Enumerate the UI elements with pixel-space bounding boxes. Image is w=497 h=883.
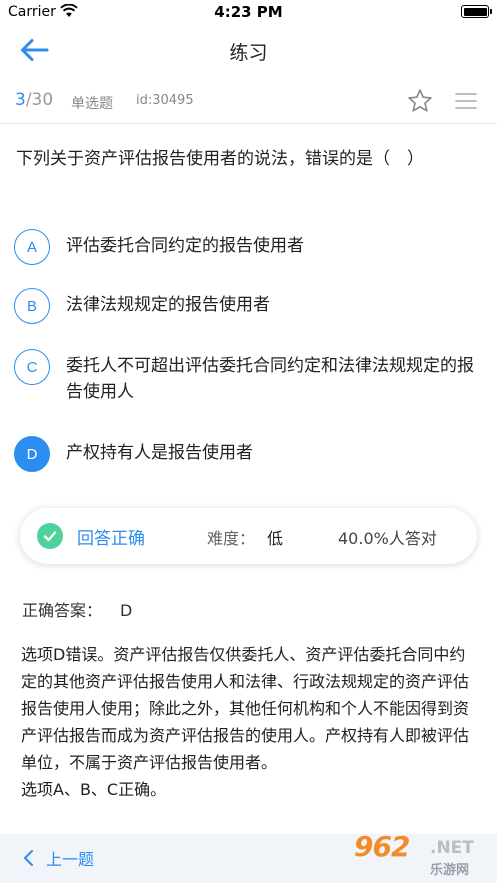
explanation-paragraph-1: 选项D错误。资产评估报告仅供委托人、资产评估委托合同中约定的其他资产评估报告使用… — [21, 645, 470, 772]
watermark-cn: 乐游网 — [430, 863, 470, 878]
option-text-d: 产权持有人是报告使用者 — [66, 443, 253, 463]
explanation: 选项D错误。资产评估报告仅供委托人、资产评估委托合同中约定的其他资产评估报告使用… — [21, 641, 479, 803]
favorite-button[interactable] — [406, 87, 434, 115]
explanation-paragraph-2: 选项A、B、C正确。 — [21, 780, 167, 799]
previous-question-label: 上一题 — [46, 850, 95, 869]
question-progress: 3/30 — [15, 90, 53, 110]
progress-current: 3 — [15, 90, 26, 110]
status-time: 4:23 PM — [214, 3, 283, 21]
question-type: 单选题 — [71, 96, 113, 112]
watermark-number: 962 — [354, 830, 410, 863]
status-bar: Carrier 4:23 PM — [0, 0, 497, 26]
option-letter-d: D — [14, 436, 50, 472]
option-letter-a: A — [14, 229, 50, 265]
question-list-button[interactable] — [453, 89, 479, 113]
nav-bar: 练习 — [0, 26, 497, 74]
question-text: 下列关于资产评估报告使用者的说法，错误的是（ ） — [16, 149, 424, 169]
battery-icon — [461, 5, 492, 18]
progress-total: /30 — [25, 90, 54, 110]
check-circle-icon — [37, 523, 63, 549]
result-card: 回答正确 难度： 低 40.0%人答对 — [20, 508, 477, 564]
watermark-suffix: .NET — [430, 838, 474, 858]
option-text-b: 法律法规规定的报告使用者 — [66, 295, 270, 315]
watermark-logo: 962 .NET 乐游网 — [354, 830, 489, 880]
chevron-left-icon — [24, 850, 33, 866]
correct-answer-label: 正确答案： — [22, 601, 103, 620]
accuracy-rate: 40.0%人答对 — [338, 529, 437, 548]
option-letter-b: B — [14, 288, 50, 324]
page-title: 练习 — [229, 42, 268, 64]
list-menu-icon — [455, 93, 477, 109]
option-letter-c: C — [14, 349, 50, 385]
question-id: id:30495 — [136, 93, 194, 108]
star-icon — [408, 89, 432, 112]
correct-answer: 正确答案： D — [22, 597, 132, 621]
previous-question-button[interactable]: 上一题 — [22, 846, 94, 870]
difficulty-label: 难度： — [207, 529, 256, 548]
option-text-a: 评估委托合同约定的报告使用者 — [66, 236, 304, 256]
option-text-c: 委托人不可超出评估委托合同约定和法律法规规定的报告使用人 — [66, 356, 474, 402]
result-status: 回答正确 — [77, 529, 145, 549]
difficulty-value: 低 — [267, 529, 284, 548]
correct-answer-value: D — [120, 601, 133, 620]
question-meta: 3/30 单选题 id:30495 — [0, 78, 497, 124]
